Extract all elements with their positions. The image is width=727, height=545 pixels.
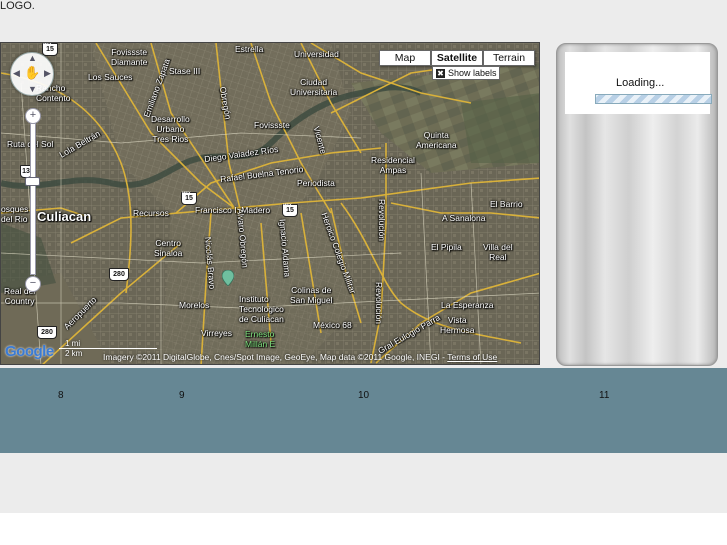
map-label: La Esperanza [441,300,494,310]
map-label: Villa del Real [483,242,513,262]
map-label: Universidad [294,49,339,59]
map-label: Residencial Ampas [371,155,415,175]
map-label: Estrella [235,44,264,54]
map-type-control: Map Satellite Terrain [379,50,535,66]
map-label: Ciudad Universitaria [290,77,338,97]
map-label: El Barrio [490,199,523,209]
map-attribution: Imagery ©2011 DigitalGlobe, Cnes/Spot Im… [103,352,497,362]
map-widget[interactable]: Fovissste Diamante Estrella Universidad … [0,42,540,365]
map-label: osques del Rio [1,204,29,224]
pan-down-icon[interactable]: ▼ [28,84,37,94]
loading-panel: Loading... [556,43,718,366]
map-label: Colinas de San Miguel [290,285,333,305]
map-label: Periodista [297,178,335,188]
map-label: México 68 [313,320,352,330]
show-labels-text: Show labels [448,68,497,78]
map-label: Morelos [179,300,210,310]
site-logo[interactable]: LOGO. [0,0,35,13]
band-number: 8 [58,390,64,401]
highway-shield: 15 [282,199,298,217]
band-number: 11 [599,390,610,401]
scale-km: 2 km [65,349,83,358]
zoom-slider-thumb[interactable] [25,177,40,186]
map-label: Ernesto Millán E [245,329,276,349]
map-label: Stase III [169,66,201,76]
map-label: Francisco I. Madero [195,205,271,215]
footer-band: 8 9 10 11 [0,368,727,453]
show-labels-option[interactable]: ✖ Show labels [432,66,500,80]
zoom-out-button[interactable]: − [25,276,41,292]
pan-left-icon[interactable]: ◀ [13,68,20,79]
map-label: Virreyes [201,328,233,338]
loading-box: Loading... [565,52,712,114]
map-label: Los Sauces [88,72,133,82]
google-logo-text: Google [5,343,54,360]
attribution-text: Imagery ©2011 DigitalGlobe, Cnes/Spot Im… [103,352,448,362]
zoom-slider-track[interactable] [30,123,36,275]
pan-right-icon[interactable]: ▶ [44,68,51,79]
map-label: Revolución [374,281,385,325]
map-label: Vista Hermosa [440,315,475,335]
map-label: Centro Sinaloa [154,238,183,258]
map-label: Desarrollo Urbano Tres Rios [151,114,190,144]
pan-control[interactable]: ▲ ▼ ◀ ▶ ✋ [10,52,54,96]
map-label: El Pipila [431,242,462,252]
map-label: Revolución [377,198,388,242]
location-marker-icon[interactable] [222,270,234,286]
loading-progress-bar [595,94,712,104]
highway-shield: 15 [42,43,58,56]
map-label: Quinta Americana [416,130,457,150]
highway-shield: 15 [181,187,197,205]
loading-text: Loading... [616,77,665,89]
highway-shield: 280 [109,268,129,281]
checkbox-checked-icon[interactable]: ✖ [436,68,445,78]
highway-shield: 280 [37,326,57,339]
map-label: Recursos [133,208,169,218]
map-label: Fovissste [254,120,290,130]
terms-of-use-link[interactable]: Terms of Use [447,352,497,362]
map-type-terrain-button[interactable]: Terrain [483,50,535,66]
pan-up-icon[interactable]: ▲ [28,53,37,63]
bottom-band [0,513,727,545]
hand-icon[interactable]: ✋ [24,65,40,81]
zoom-in-button[interactable]: + [25,108,41,124]
map-label-city: Culiacan [37,209,92,224]
map-type-map-button[interactable]: Map [379,50,431,66]
map-type-satellite-button[interactable]: Satellite [431,50,483,66]
map-label: Instituto Tecnologico de Culiacan [239,294,284,324]
scale-miles: 1 mi [65,339,81,348]
band-number: 10 [358,390,370,401]
google-logo[interactable]: Google [5,343,54,360]
map-label: Fovissste Diamante [111,47,148,67]
map-label: A Sanalona [442,213,486,223]
band-number: 9 [179,390,185,401]
